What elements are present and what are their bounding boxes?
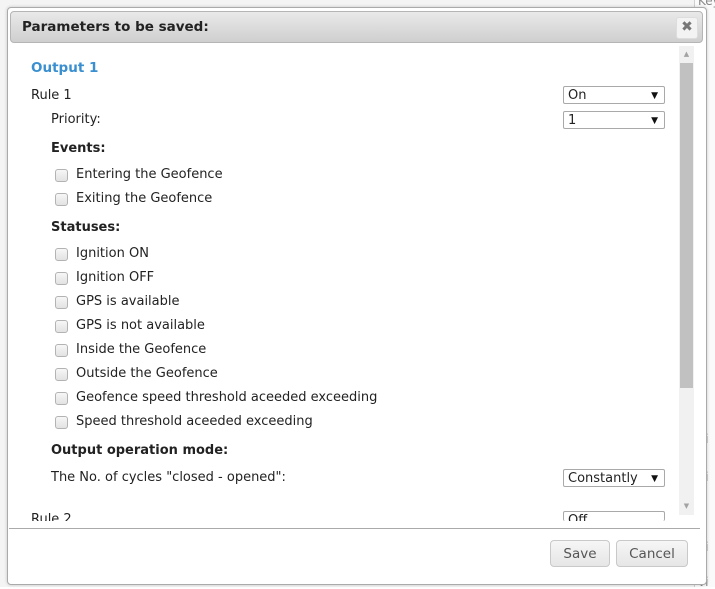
- checkbox-speed-threshold[interactable]: [55, 416, 68, 429]
- scroll-thumb[interactable]: [680, 63, 693, 388]
- checkbox-gps-available[interactable]: [55, 296, 68, 309]
- checkbox-ignition-off[interactable]: [55, 272, 68, 285]
- next-rule-select[interactable]: Off: [563, 511, 665, 521]
- scroll-up-arrow-icon[interactable]: ▲: [679, 46, 694, 63]
- cycles-label: The No. of cycles "closed - opened":: [51, 470, 286, 485]
- checkbox-label[interactable]: Outside the Geofence: [76, 366, 218, 381]
- rule-select-value: On: [568, 88, 587, 103]
- content-scrollbar[interactable]: ▲ ▼: [679, 46, 694, 515]
- dropdown-arrow-icon: ▼: [651, 474, 658, 484]
- scroll-down-arrow-icon[interactable]: ▼: [679, 498, 694, 515]
- dialog-content: Output 1 Rule 1 On ▼ Priority: 1 ▼ Event…: [9, 46, 679, 521]
- next-rule-select-value: Off: [568, 513, 588, 521]
- checkbox-label[interactable]: Ignition OFF: [76, 270, 154, 285]
- rule-label: Rule 1: [31, 88, 72, 103]
- priority-label: Priority:: [51, 112, 101, 127]
- priority-select-value: 1: [568, 113, 577, 128]
- dropdown-arrow-icon: ▼: [651, 91, 658, 101]
- priority-select[interactable]: 1 ▼: [563, 111, 665, 129]
- dialog-title: Parameters to be saved:: [22, 19, 209, 35]
- checkbox-label[interactable]: Exiting the Geofence: [76, 191, 212, 206]
- checkbox-label[interactable]: GPS is available: [76, 294, 180, 309]
- dialog-titlebar[interactable]: Parameters to be saved: ✖: [10, 11, 703, 43]
- rule-select[interactable]: On ▼: [563, 86, 665, 104]
- cancel-button[interactable]: Cancel: [616, 540, 688, 567]
- checkbox-label[interactable]: Ignition ON: [76, 246, 149, 261]
- checkbox-entering-geofence[interactable]: [55, 169, 68, 182]
- checkbox-label[interactable]: Speed threshold aceeded exceeding: [76, 414, 313, 429]
- close-icon[interactable]: ✖: [676, 17, 698, 39]
- checkbox-geofence-speed-threshold[interactable]: [55, 392, 68, 405]
- operation-mode-heading: Output operation mode:: [51, 443, 229, 458]
- checkbox-label[interactable]: GPS is not available: [76, 318, 205, 333]
- parameters-dialog: Parameters to be saved: ✖ Output 1 Rule …: [7, 7, 707, 585]
- checkbox-gps-not-available[interactable]: [55, 320, 68, 333]
- footer-divider: [9, 528, 700, 529]
- cycles-select-value: Constantly: [568, 471, 638, 486]
- output-title: Output 1: [31, 60, 99, 76]
- checkbox-label[interactable]: Entering the Geofence: [76, 167, 223, 182]
- cycles-select[interactable]: Constantly ▼: [563, 469, 665, 487]
- save-button[interactable]: Save: [550, 540, 610, 567]
- checkbox-label[interactable]: Geofence speed threshold aceeded exceedi…: [76, 390, 377, 405]
- checkbox-outside-geofence[interactable]: [55, 368, 68, 381]
- statuses-heading: Statuses:: [51, 220, 121, 235]
- checkbox-exiting-geofence[interactable]: [55, 193, 68, 206]
- events-heading: Events:: [51, 141, 106, 156]
- checkbox-label[interactable]: Inside the Geofence: [76, 342, 206, 357]
- checkbox-inside-geofence[interactable]: [55, 344, 68, 357]
- next-rule-label: Rule 2: [31, 512, 72, 521]
- dropdown-arrow-icon: ▼: [651, 116, 658, 126]
- checkbox-ignition-on[interactable]: [55, 248, 68, 261]
